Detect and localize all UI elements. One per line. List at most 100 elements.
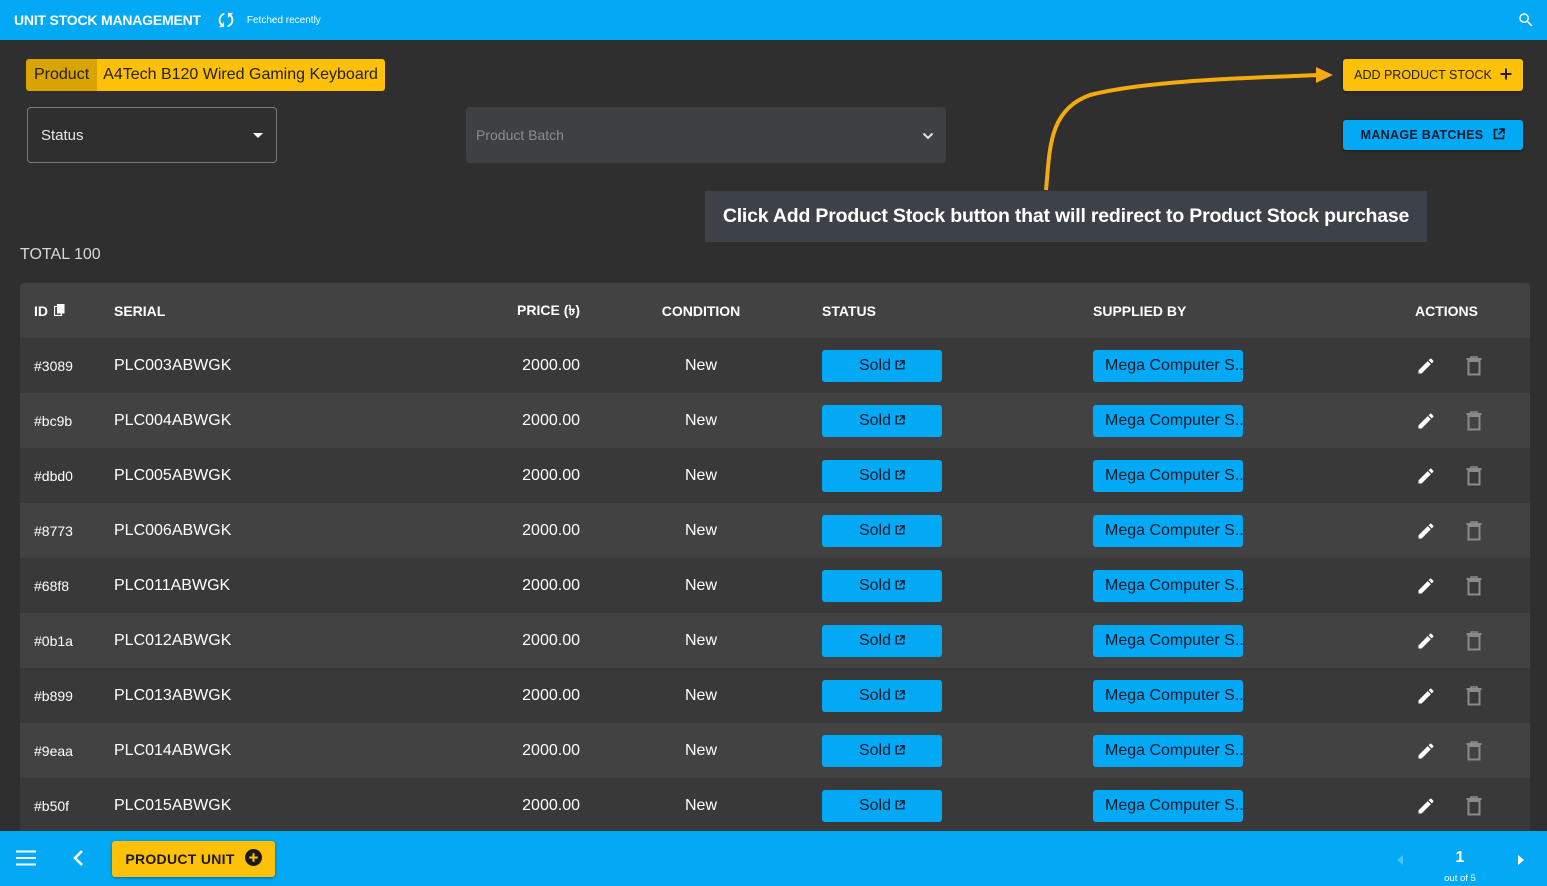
plus-icon	[1500, 68, 1512, 83]
edit-icon[interactable]	[1415, 795, 1437, 817]
add-product-stock-button[interactable]: ADD PRODUCT STOCK	[1343, 59, 1523, 91]
delete-icon[interactable]	[1463, 740, 1485, 762]
delete-icon[interactable]	[1463, 575, 1485, 597]
back-chevron-icon[interactable]	[72, 849, 86, 867]
chevron-down-icon	[922, 129, 934, 141]
status-label: Sold	[858, 411, 892, 429]
edit-icon[interactable]	[1415, 630, 1437, 652]
unit-serial: PLC012ABWGK	[114, 631, 232, 649]
unit-id: #9eaa	[34, 742, 73, 759]
status-button[interactable]: Sold	[822, 514, 942, 547]
status-button[interactable]: Sold	[822, 679, 942, 712]
manage-batches-button[interactable]: MANAGE BATCHES	[1343, 120, 1523, 150]
product-unit-button[interactable]: PRODUCT UNIT	[112, 841, 275, 877]
external-link-icon	[895, 412, 905, 430]
search-icon[interactable]	[1517, 11, 1535, 29]
table-row: #dbd0 PLC005ABWGK 2000.00 New Sold Mega Compu…	[20, 448, 1530, 503]
unit-price: 2000.00	[522, 356, 580, 374]
unit-id: #bc9b	[34, 412, 73, 429]
unit-serial: PLC004ABWGK	[114, 411, 232, 429]
delete-icon[interactable]	[1463, 465, 1485, 487]
supplier-label: Mega Computer S..	[1105, 631, 1243, 649]
status-button[interactable]: Sold	[822, 569, 942, 602]
edit-icon[interactable]	[1415, 685, 1437, 707]
supplier-button[interactable]: Mega Computer S..	[1093, 459, 1243, 492]
supplier-label: Mega Computer S..	[1105, 686, 1243, 704]
caret-down-icon	[253, 133, 263, 138]
unit-serial: PLC013ABWGK	[114, 686, 232, 704]
edit-icon[interactable]	[1415, 355, 1437, 377]
edit-icon[interactable]	[1415, 740, 1437, 762]
total-count: TOTAL 100	[20, 246, 101, 263]
supplier-button[interactable]: Mega Computer S..	[1093, 734, 1243, 767]
copy-icon[interactable]	[53, 303, 65, 319]
unit-condition: New	[684, 411, 717, 429]
unit-serial: PLC006ABWGK	[114, 521, 232, 539]
delete-icon[interactable]	[1463, 630, 1485, 652]
delete-icon[interactable]	[1463, 520, 1485, 542]
unit-id: #dbd0	[34, 467, 73, 484]
table-row: #b899 PLC013ABWGK 2000.00 New Sold Mega Compu…	[20, 668, 1530, 723]
bottom-bar: PRODUCT UNIT 1 out of 5	[0, 831, 1547, 886]
supplier-button[interactable]: Mega Computer S..	[1093, 624, 1243, 657]
status-button[interactable]: Sold	[822, 789, 942, 822]
status-label: Sold	[858, 356, 892, 374]
supplier-button[interactable]: Mega Computer S..	[1093, 349, 1243, 382]
fetch-status: Fetched recently	[246, 14, 321, 26]
header-id[interactable]: ID	[34, 303, 65, 319]
next-page-icon[interactable]	[1517, 853, 1525, 865]
supplier-button[interactable]: Mega Computer S..	[1093, 569, 1243, 602]
status-select[interactable]: Status	[27, 107, 277, 163]
header-serial: SERIAL	[114, 302, 166, 319]
refresh-icon[interactable]	[215, 9, 237, 31]
header-condition: CONDITION	[661, 302, 741, 319]
unit-serial: PLC005ABWGK	[114, 466, 232, 484]
supplier-label: Mega Computer S..	[1105, 796, 1243, 814]
edit-icon[interactable]	[1415, 575, 1437, 597]
supplier-label: Mega Computer S..	[1105, 466, 1243, 484]
delete-icon[interactable]	[1463, 410, 1485, 432]
supplier-button[interactable]: Mega Computer S..	[1093, 514, 1243, 547]
page-count: out of 5	[1444, 873, 1476, 884]
unit-price: 2000.00	[522, 741, 580, 759]
edit-icon[interactable]	[1415, 465, 1437, 487]
unit-condition: New	[684, 686, 717, 704]
status-button[interactable]: Sold	[822, 349, 942, 382]
edit-icon[interactable]	[1415, 410, 1437, 432]
status-label: Sold	[858, 576, 892, 594]
current-page: 1	[1455, 849, 1465, 866]
status-button[interactable]: Sold	[822, 404, 942, 437]
edit-icon[interactable]	[1415, 520, 1437, 542]
product-unit-label: PRODUCT UNIT	[125, 851, 235, 867]
add-product-stock-label: ADD PRODUCT STOCK	[1354, 68, 1492, 82]
table-row: #68f8 PLC011ABWGK 2000.00 New Sold Mega Compu…	[20, 558, 1530, 613]
unit-id: #0b1a	[34, 632, 73, 649]
supplier-button[interactable]: Mega Computer S..	[1093, 679, 1243, 712]
unit-price: 2000.00	[522, 576, 580, 594]
delete-icon[interactable]	[1463, 795, 1485, 817]
header-actions: ACTIONS	[1415, 302, 1478, 319]
unit-price: 2000.00	[522, 796, 580, 814]
delete-icon[interactable]	[1463, 355, 1485, 377]
unit-serial: PLC003ABWGK	[114, 356, 232, 374]
menu-icon[interactable]	[16, 850, 36, 866]
previous-page-icon[interactable]	[1396, 853, 1404, 865]
supplier-label: Mega Computer S..	[1105, 576, 1243, 594]
product-batch-select[interactable]: Product Batch	[466, 107, 946, 163]
unit-condition: New	[684, 521, 717, 539]
external-link-icon	[895, 742, 905, 760]
top-app-bar: UNIT STOCK MANAGEMENT Fetched recently	[0, 0, 1547, 40]
delete-icon[interactable]	[1463, 685, 1485, 707]
status-button[interactable]: Sold	[822, 624, 942, 657]
status-button[interactable]: Sold	[822, 459, 942, 492]
header-id-label: ID	[34, 302, 48, 319]
status-label: Sold	[858, 741, 892, 759]
unit-serial: PLC015ABWGK	[114, 796, 232, 814]
supplier-button[interactable]: Mega Computer S..	[1093, 789, 1243, 822]
table-body: #3089 PLC003ABWGK 2000.00 New Sold Mega Compu…	[20, 338, 1530, 833]
status-label: Sold	[858, 796, 892, 814]
product-label: Product	[26, 59, 98, 91]
status-button[interactable]: Sold	[822, 734, 942, 767]
unit-condition: New	[684, 466, 717, 484]
supplier-button[interactable]: Mega Computer S..	[1093, 404, 1243, 437]
